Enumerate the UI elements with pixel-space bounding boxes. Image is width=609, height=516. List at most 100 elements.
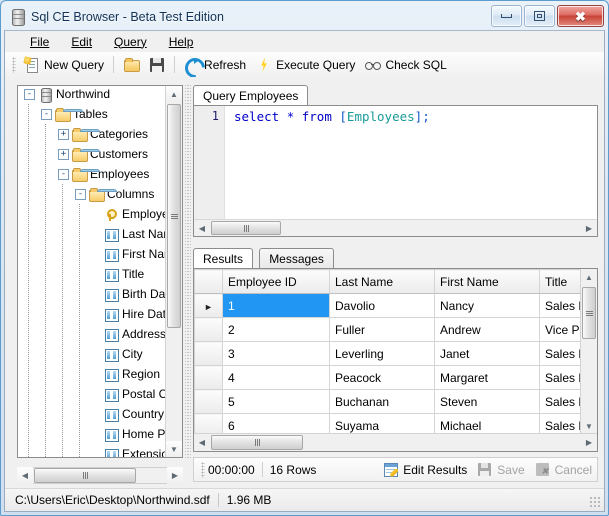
- grid-cell[interactable]: 2: [222, 317, 330, 342]
- tree-expander[interactable]: +: [58, 148, 69, 160]
- editor-hscroll-left-arrow[interactable]: ◀: [194, 220, 210, 236]
- save-results-button[interactable]: Save: [472, 460, 529, 480]
- row-selector[interactable]: [194, 317, 223, 342]
- menu-item-help[interactable]: Help: [158, 32, 205, 52]
- cancel-results-button[interactable]: Cancel: [530, 460, 597, 480]
- edit-results-button[interactable]: Edit Results: [378, 460, 472, 480]
- tree-expander[interactable]: -: [41, 108, 52, 120]
- tree-item[interactable]: - Northwind: [18, 86, 166, 104]
- editor-horizontal-scrollbar[interactable]: ◀ ▶: [194, 219, 597, 236]
- tree-scroll-up-arrow[interactable]: ▲: [166, 86, 182, 102]
- tab-query-employees[interactable]: Query Employees: [193, 85, 309, 106]
- grid-hscroll-left-arrow[interactable]: ◀: [194, 434, 210, 451]
- tree-item[interactable]: Home Phone: [18, 424, 166, 444]
- grid-column-header[interactable]: Last Name: [329, 269, 435, 294]
- grid-cell[interactable]: Nancy: [434, 293, 540, 318]
- refresh-button[interactable]: Refresh: [179, 53, 251, 82]
- results-bar-grip[interactable]: [201, 461, 205, 478]
- tree-item[interactable]: + Categories: [18, 124, 166, 144]
- tree-item[interactable]: - Employees: [18, 164, 166, 184]
- menu-item-edit[interactable]: Edit: [60, 32, 103, 52]
- open-button[interactable]: [118, 55, 144, 75]
- tree-item[interactable]: Last Name: [18, 224, 166, 244]
- row-selector[interactable]: [194, 389, 223, 414]
- menu-item-file[interactable]: File: [19, 32, 60, 52]
- tree-vertical-scrollbar[interactable]: ▲ ▼: [165, 86, 182, 457]
- row-selector[interactable]: [194, 365, 223, 390]
- editor-hscroll-thumb[interactable]: [211, 221, 281, 235]
- tree-item[interactable]: City: [18, 344, 166, 364]
- panel-splitter[interactable]: [185, 85, 191, 458]
- table-row[interactable]: 5 Buchanan Steven Sales M: [194, 389, 597, 414]
- close-button[interactable]: ✖: [557, 5, 604, 27]
- grid-scroll-thumb[interactable]: [582, 287, 596, 339]
- tree-item[interactable]: Hire Date: [18, 304, 166, 324]
- check-sql-button[interactable]: Check SQL: [360, 55, 451, 75]
- tree-scroll-thumb[interactable]: [167, 104, 181, 328]
- grid-horizontal-scrollbar[interactable]: ◀ ▶: [194, 433, 597, 451]
- table-row[interactable]: 4 Peacock Margaret Sales Re: [194, 365, 597, 390]
- grid-cell[interactable]: Andrew: [434, 317, 540, 342]
- tree-expander[interactable]: +: [58, 128, 69, 140]
- tree-item[interactable]: First Name: [18, 244, 166, 264]
- toolbar-grip[interactable]: [12, 56, 16, 73]
- table-row[interactable]: 3 Leverling Janet Sales Re: [194, 341, 597, 366]
- tree-item[interactable]: Address: [18, 324, 166, 344]
- row-selector[interactable]: ►: [194, 293, 223, 318]
- grid-corner-header[interactable]: [194, 269, 223, 294]
- tree-item[interactable]: Title: [18, 264, 166, 284]
- grid-cell[interactable]: Leverling: [329, 341, 435, 366]
- tree-item[interactable]: + Customers: [18, 144, 166, 164]
- menu-item-query[interactable]: Query: [103, 32, 158, 52]
- grid-vertical-scrollbar[interactable]: ▲ ▼: [580, 269, 597, 434]
- results-grid[interactable]: Employee ID Last Name First Name Title ► 1 Dav…: [194, 269, 597, 451]
- tree-hscroll-thumb[interactable]: [34, 468, 136, 483]
- grid-cell[interactable]: 1: [222, 293, 330, 318]
- object-tree[interactable]: - Northwind - Tables + Categories + Customers - E…: [18, 86, 166, 457]
- grid-column-header[interactable]: First Name: [434, 269, 540, 294]
- tree-item[interactable]: - Columns: [18, 184, 166, 204]
- tab-messages[interactable]: Messages: [259, 248, 334, 269]
- tab-results[interactable]: Results: [193, 248, 254, 269]
- grid-hscroll-right-arrow[interactable]: ▶: [581, 434, 597, 451]
- resize-grip[interactable]: [589, 496, 601, 508]
- grid-hscroll-thumb[interactable]: [211, 435, 303, 450]
- sql-text[interactable]: select * from [Employees];: [234, 109, 595, 124]
- tree-item[interactable]: - Tables: [18, 104, 166, 124]
- table-row[interactable]: ► 1 Davolio Nancy Sales Re: [194, 293, 597, 318]
- grid-cell[interactable]: Buchanan: [329, 389, 435, 414]
- tree-hscroll-right-arrow[interactable]: ▶: [167, 467, 183, 484]
- tree-expander[interactable]: -: [24, 88, 35, 100]
- tree-item[interactable]: Extension: [18, 444, 166, 457]
- tree-expander[interactable]: -: [58, 168, 69, 180]
- tree-horizontal-scrollbar[interactable]: ◀ ▶: [17, 467, 183, 484]
- grid-cell[interactable]: Margaret: [434, 365, 540, 390]
- minimize-button[interactable]: [491, 5, 522, 27]
- grid-cell[interactable]: Fuller: [329, 317, 435, 342]
- grid-column-header[interactable]: Employee ID: [222, 269, 330, 294]
- save-file-button[interactable]: [144, 55, 170, 75]
- editor-hscroll-right-arrow[interactable]: ▶: [581, 220, 597, 236]
- maximize-button[interactable]: [524, 5, 555, 27]
- tree-item[interactable]: Postal Code: [18, 384, 166, 404]
- tree-item[interactable]: Country: [18, 404, 166, 424]
- tree-item[interactable]: Birth Date: [18, 284, 166, 304]
- grid-cell[interactable]: Janet: [434, 341, 540, 366]
- tree-expander[interactable]: -: [75, 188, 86, 200]
- tree-item[interactable]: Employee ID: [18, 204, 166, 224]
- grid-cell[interactable]: Peacock: [329, 365, 435, 390]
- table-row[interactable]: 2 Fuller Andrew Vice Pre: [194, 317, 597, 342]
- new-query-button[interactable]: New Query: [19, 55, 109, 75]
- tree-hscroll-left-arrow[interactable]: ◀: [17, 467, 33, 484]
- tree-scroll-down-arrow[interactable]: ▼: [166, 441, 182, 457]
- grid-cell[interactable]: Davolio: [329, 293, 435, 318]
- execute-query-button[interactable]: Execute Query: [251, 55, 360, 75]
- grid-cell[interactable]: 4: [222, 365, 330, 390]
- tree-item[interactable]: Region: [18, 364, 166, 384]
- grid-scroll-up-arrow[interactable]: ▲: [581, 269, 597, 285]
- sql-editor[interactable]: 1 select * from [Employees]; ◀ ▶: [193, 105, 598, 237]
- row-selector[interactable]: [194, 341, 223, 366]
- grid-cell[interactable]: 5: [222, 389, 330, 414]
- grid-cell[interactable]: Steven: [434, 389, 540, 414]
- grid-scroll-down-arrow[interactable]: ▼: [581, 418, 597, 434]
